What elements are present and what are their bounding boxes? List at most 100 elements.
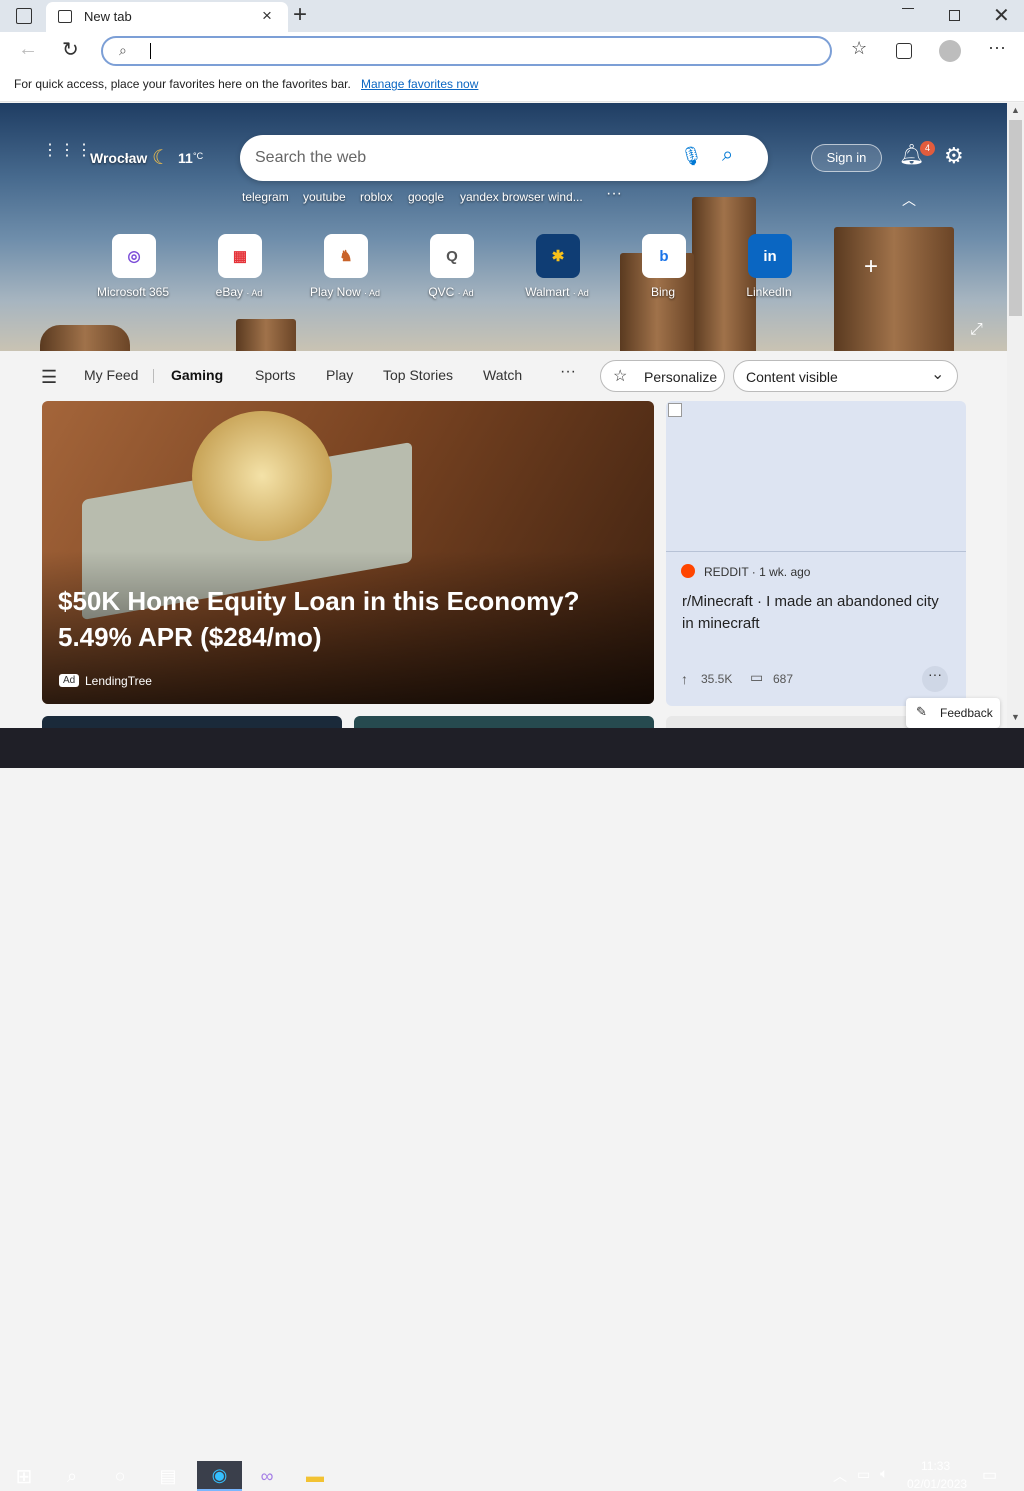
nav-divider [153,369,154,383]
comment-icon[interactable]: ▭ [750,669,763,686]
more-searches-icon[interactable]: ··· [606,185,622,203]
tile-label: LinkedIn [746,285,792,299]
tile-label: QVC · Ad [428,285,474,299]
content-visibility-dropdown[interactable]: Content visible ⌄ [733,360,958,392]
tab-actions-icon[interactable] [16,8,32,24]
scroll-down-icon[interactable]: ▼ [1011,712,1020,722]
weather-unit: °C [193,151,204,161]
web-search-box[interactable]: Search the web 🎙 ⌕ [240,135,768,181]
tile-microsoft365-icon[interactable]: ◎ [112,234,156,278]
clock-time[interactable]: 11:33 [921,1459,950,1473]
tab-sports[interactable]: Sports [255,367,295,383]
back-icon[interactable]: ← [18,38,38,61]
close-window-icon[interactable]: ✕ [993,3,1010,28]
favorites-icon[interactable]: ☆ [851,38,867,59]
edge-icon[interactable]: ◉ [197,1461,242,1491]
add-site-icon[interactable]: + [864,253,878,281]
manage-favorites-link[interactable]: Manage favorites now [361,77,478,91]
quick-search[interactable]: roblox [360,190,393,204]
refresh-icon[interactable]: ↻ [62,37,79,62]
more-icon[interactable]: ··· [988,37,1006,58]
expand-icon[interactable]: ⤢ [970,321,983,339]
tab-gaming[interactable]: Gaming [171,367,223,383]
file-explorer-icon[interactable]: ▬ [300,1461,330,1491]
address-cursor [150,43,151,59]
new-tab-button[interactable]: + [293,1,307,29]
clock-date[interactable]: 02/01/2023 [907,1477,967,1491]
taskbar: ⊞ ⌕ ○ ▤ ◉ ∞ ▬ ︿ ▭ 🔈︎ 11:33 02/01/2023 ▭ [0,728,1024,1491]
feed-menu-icon[interactable]: ☰ [41,367,57,388]
feedback-button[interactable]: ✎ Feedback [906,698,1000,728]
reddit-card[interactable]: REDDIT · 1 wk. ago r/Minecraft · I made … [666,401,966,706]
hero-card-title: $50K Home Equity Loan in this Economy? 5… [58,586,580,652]
weather-temp: 11 [178,150,193,166]
feedback-label: Feedback [940,706,993,720]
minimize-icon[interactable] [902,8,914,9]
tab-my-feed[interactable]: My Feed [84,367,138,383]
tab-watch[interactable]: Watch [483,367,522,383]
scroll-up-icon[interactable]: ▲ [1011,105,1020,115]
quick-search[interactable]: yandex browser wind... [460,190,583,204]
notifications-center-icon[interactable]: ▭ [982,1465,997,1485]
quick-search[interactable]: google [408,190,444,204]
ruin-column [834,227,954,351]
scroll-thumb[interactable] [1009,120,1022,316]
tab-play[interactable]: Play [326,367,353,383]
card-divider [666,551,966,552]
tile-qvc-icon[interactable]: Q [430,234,474,278]
upvote-icon[interactable]: ↑ [681,671,688,687]
weather-city[interactable]: Wrocław [90,150,147,166]
tile-play-now-icon[interactable]: ♞ [324,234,368,278]
start-windows-icon[interactable]: ⊞ [9,1461,39,1491]
show-hidden-icons[interactable]: ︿ [833,1466,847,1486]
feedback-icon: ✎ [916,704,927,719]
tile-label: eBay · Ad [215,285,263,299]
card-more-icon[interactable]: ··· [922,666,948,692]
tile-linkedin-icon[interactable]: in [748,234,792,278]
profile-avatar[interactable] [939,40,961,62]
close-tab-icon[interactable]: × [262,6,272,26]
volume-icon[interactable]: 🔈︎ [880,1465,888,1482]
restore-icon[interactable] [949,10,960,21]
apps-icon[interactable]: ⋮⋮⋮ [42,143,93,159]
card-title: r/Minecraft · I made an abandoned city i… [682,593,939,632]
address-bar[interactable]: ⌕ [101,36,832,66]
web-search-input[interactable]: Search the web [255,149,366,167]
personalize-label: Personalize [644,369,718,385]
cortana-icon[interactable]: ○ [105,1461,135,1491]
personalize-button[interactable]: ☆ Personalize [600,360,725,392]
moon-icon: ☾ [152,147,170,169]
search-icon: ⌕ [119,42,127,58]
collections-icon[interactable] [896,43,912,59]
reddit-icon [681,564,695,578]
search-icon[interactable]: ⌕ [57,1461,87,1491]
comment-count: 687 [773,672,794,686]
tile-ebay-icon[interactable]: ▦ [218,234,262,278]
visual-studio-icon[interactable]: ∞ [252,1461,282,1491]
collapse-icon[interactable]: ︿ [902,190,916,210]
feed-card-partial[interactable] [42,716,342,728]
page-scrollbar[interactable]: ▲ ▼ [1007,103,1024,728]
favorites-bar: For quick access, place your favorites h… [0,70,1024,102]
ruin-column [236,319,296,351]
sign-in-button[interactable]: Sign in [811,144,882,172]
tab-active[interactable]: New tab × [46,2,288,32]
tab-bar: New tab × + ✕ [0,0,1024,32]
tile-walmart-icon[interactable]: ✱ [536,234,580,278]
network-icon[interactable]: ▭ [857,1466,870,1483]
quick-search[interactable]: youtube [303,190,346,204]
tab-top-stories[interactable]: Top Stories [383,367,453,383]
content-visibility-value: Content visible [746,369,838,385]
microphone-icon[interactable]: 🎙 [680,146,703,167]
tile-bing-icon[interactable]: b [642,234,686,278]
hero-ad-card[interactable]: $50K Home Equity Loan in this Economy? 5… [42,401,654,704]
feed-card-partial[interactable] [354,716,654,728]
new-tab-icon [58,10,72,23]
search-submit-icon[interactable]: ⌕ [722,144,733,167]
more-tabs-icon[interactable]: ··· [560,363,576,381]
settings-icon[interactable]: ⚙ [944,143,964,169]
upvote-count: 35.5K [701,672,733,686]
quick-search[interactable]: telegram [242,190,289,204]
task-view-icon[interactable]: ▤ [153,1461,183,1491]
tile-label: Bing [650,285,676,299]
